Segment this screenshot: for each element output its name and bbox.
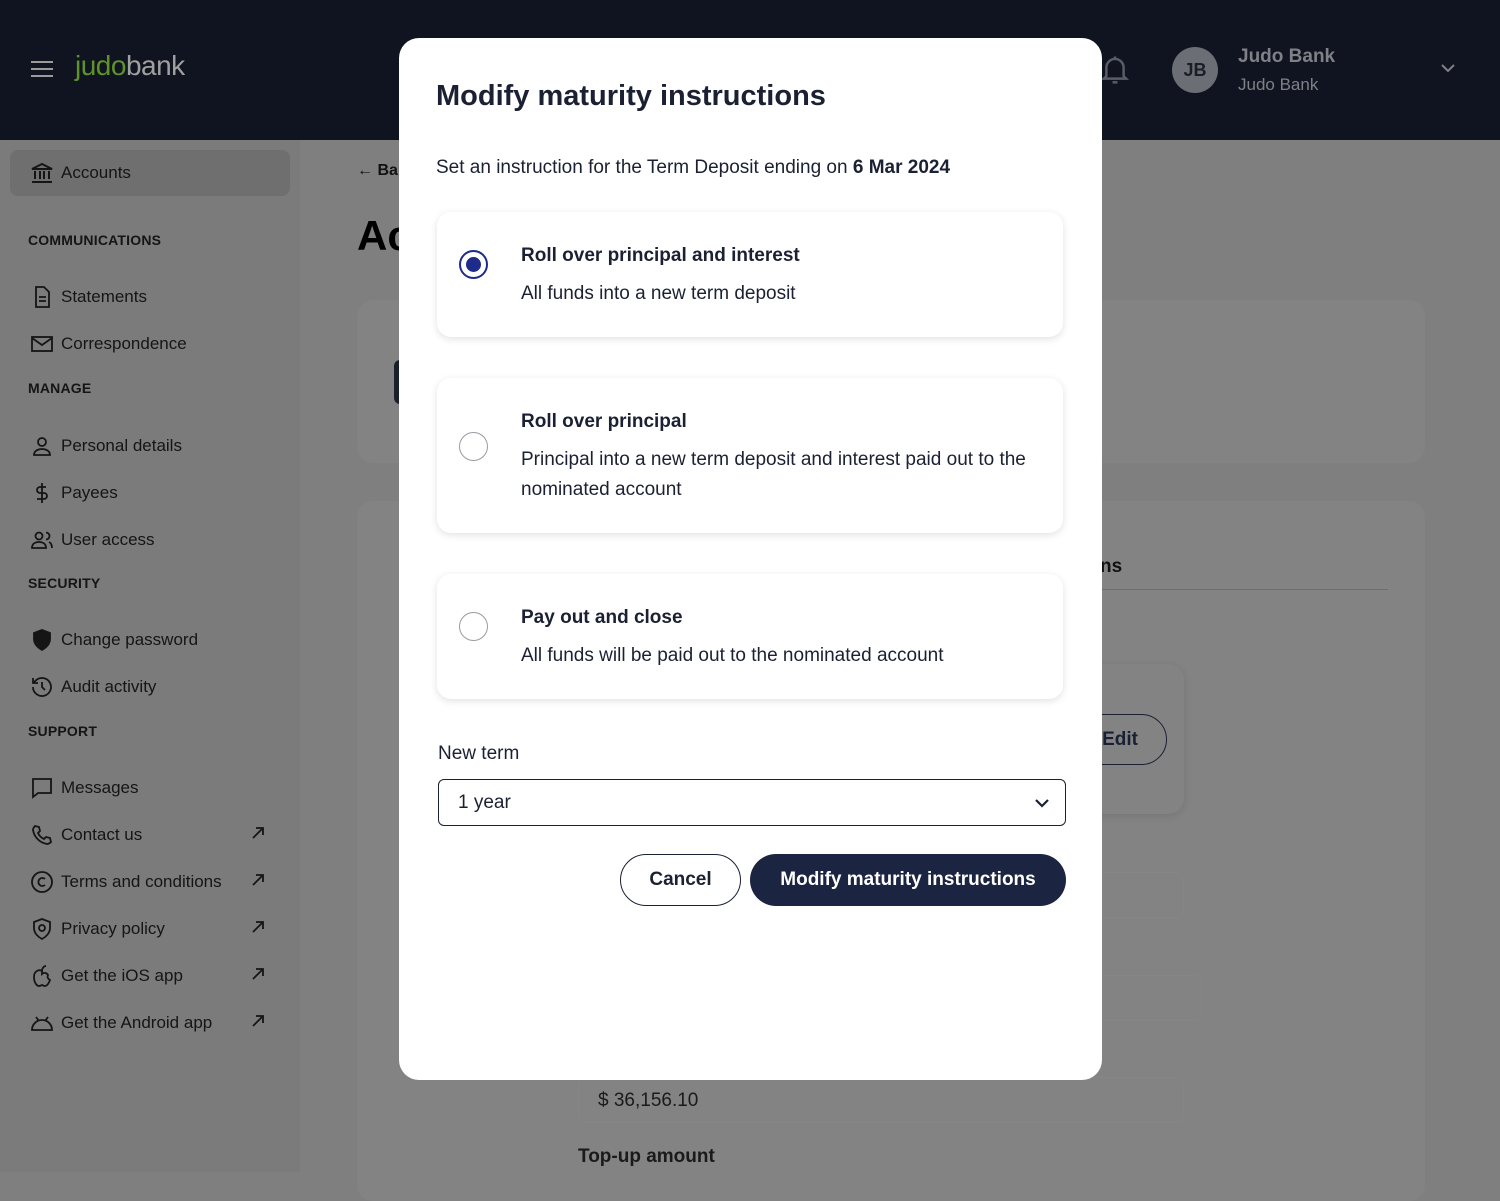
- back-link[interactable]: ← Ba: [357, 162, 398, 180]
- sidebar-item-terms-and-conditions[interactable]: Terms and conditions: [10, 859, 290, 905]
- messages-icon: [32, 778, 52, 799]
- bell-icon[interactable]: [1100, 54, 1130, 86]
- maturity-modal: Modify maturity instructions Set an inst…: [399, 38, 1102, 1080]
- change-password-icon: [33, 629, 51, 652]
- external-link-icon: [252, 968, 264, 980]
- external-link-icon: [252, 827, 264, 839]
- correspondence-icon: [31, 336, 53, 352]
- bank-icon: [31, 162, 53, 183]
- external-link-icon: [252, 921, 264, 933]
- radio-button[interactable]: [459, 612, 488, 641]
- audit-activity-icon: [32, 677, 52, 697]
- sidebar-item-get-the-android-app[interactable]: Get the Android app: [10, 1000, 290, 1046]
- cancel-button[interactable]: Cancel: [620, 854, 741, 906]
- sidebar-item-privacy-policy[interactable]: Privacy policy: [10, 906, 290, 952]
- user-access-icon: [31, 531, 53, 549]
- sidebar-item-payees[interactable]: Payees: [10, 470, 290, 516]
- sidebar-item-accounts[interactable]: Accounts: [10, 150, 290, 196]
- privacy-policy-icon: [33, 918, 51, 941]
- modal-subtitle: Set an instruction for the Term Deposit …: [436, 157, 951, 178]
- judobank-logo[interactable]: judobank: [75, 50, 185, 82]
- user-name: Judo Bank: [1238, 46, 1336, 67]
- chevron-down-icon[interactable]: [1440, 62, 1456, 74]
- sidebar-item-audit-activity[interactable]: Audit activity: [10, 664, 290, 710]
- terms-and-conditions-icon: [31, 871, 53, 893]
- topup-label: Top-up amount: [578, 1146, 715, 1167]
- sidebar-item-statements[interactable]: Statements: [10, 274, 290, 320]
- avatar[interactable]: JB: [1172, 47, 1218, 93]
- contact-us-icon: [32, 825, 52, 845]
- new-term-select[interactable]: 1 year: [438, 779, 1066, 826]
- chevron-down-icon: [1035, 799, 1049, 808]
- get-the-ios-app-icon: [33, 965, 52, 987]
- sidebar-item-contact-us[interactable]: Contact us: [10, 812, 290, 858]
- sidebar-item-correspondence[interactable]: Correspondence: [10, 321, 290, 367]
- sidebar-section-heading: SECURITY: [28, 575, 101, 591]
- menu-icon[interactable]: [31, 61, 53, 77]
- sidebar-item-get-the-ios-app[interactable]: Get the iOS app: [10, 953, 290, 999]
- personal-details-icon: [33, 437, 51, 456]
- get-the-android-app-icon: [31, 1016, 53, 1031]
- radio-button[interactable]: [459, 432, 488, 461]
- option-rollover-principal-interest[interactable]: Roll over principal and interest All fun…: [437, 212, 1063, 337]
- sidebar-section-heading: MANAGE: [28, 380, 92, 396]
- tab-instructions[interactable]: ns: [1100, 556, 1122, 578]
- sidebar-item-user-access[interactable]: User access: [10, 517, 290, 563]
- statements-icon: [35, 286, 50, 308]
- radio-button[interactable]: [459, 250, 488, 279]
- external-link-icon: [252, 1015, 264, 1027]
- external-link-icon: [252, 874, 264, 886]
- modify-maturity-instructions-button[interactable]: Modify maturity instructions: [750, 854, 1066, 906]
- modal-title: Modify maturity instructions: [436, 80, 826, 112]
- user-org: Judo Bank: [1238, 75, 1319, 94]
- amount-value: $ 36,156.10: [598, 1090, 699, 1111]
- payees-icon: [36, 483, 48, 503]
- sidebar-item-messages[interactable]: Messages: [10, 765, 290, 811]
- sidebar: Accounts COMMUNICATIONS Statements Corresp…: [0, 140, 300, 1172]
- option-rollover-principal[interactable]: Roll over principal Principal into a new…: [437, 378, 1063, 533]
- new-term-label: New term: [438, 743, 520, 764]
- option-pay-out-close[interactable]: Pay out and close All funds will be paid…: [437, 574, 1063, 699]
- sidebar-item-personal-details[interactable]: Personal details: [10, 423, 290, 469]
- sidebar-item-change-password[interactable]: Change password: [10, 617, 290, 663]
- tab-divider: [1100, 589, 1388, 590]
- sidebar-section-heading: SUPPORT: [28, 723, 98, 739]
- sidebar-section-heading: COMMUNICATIONS: [28, 232, 162, 248]
